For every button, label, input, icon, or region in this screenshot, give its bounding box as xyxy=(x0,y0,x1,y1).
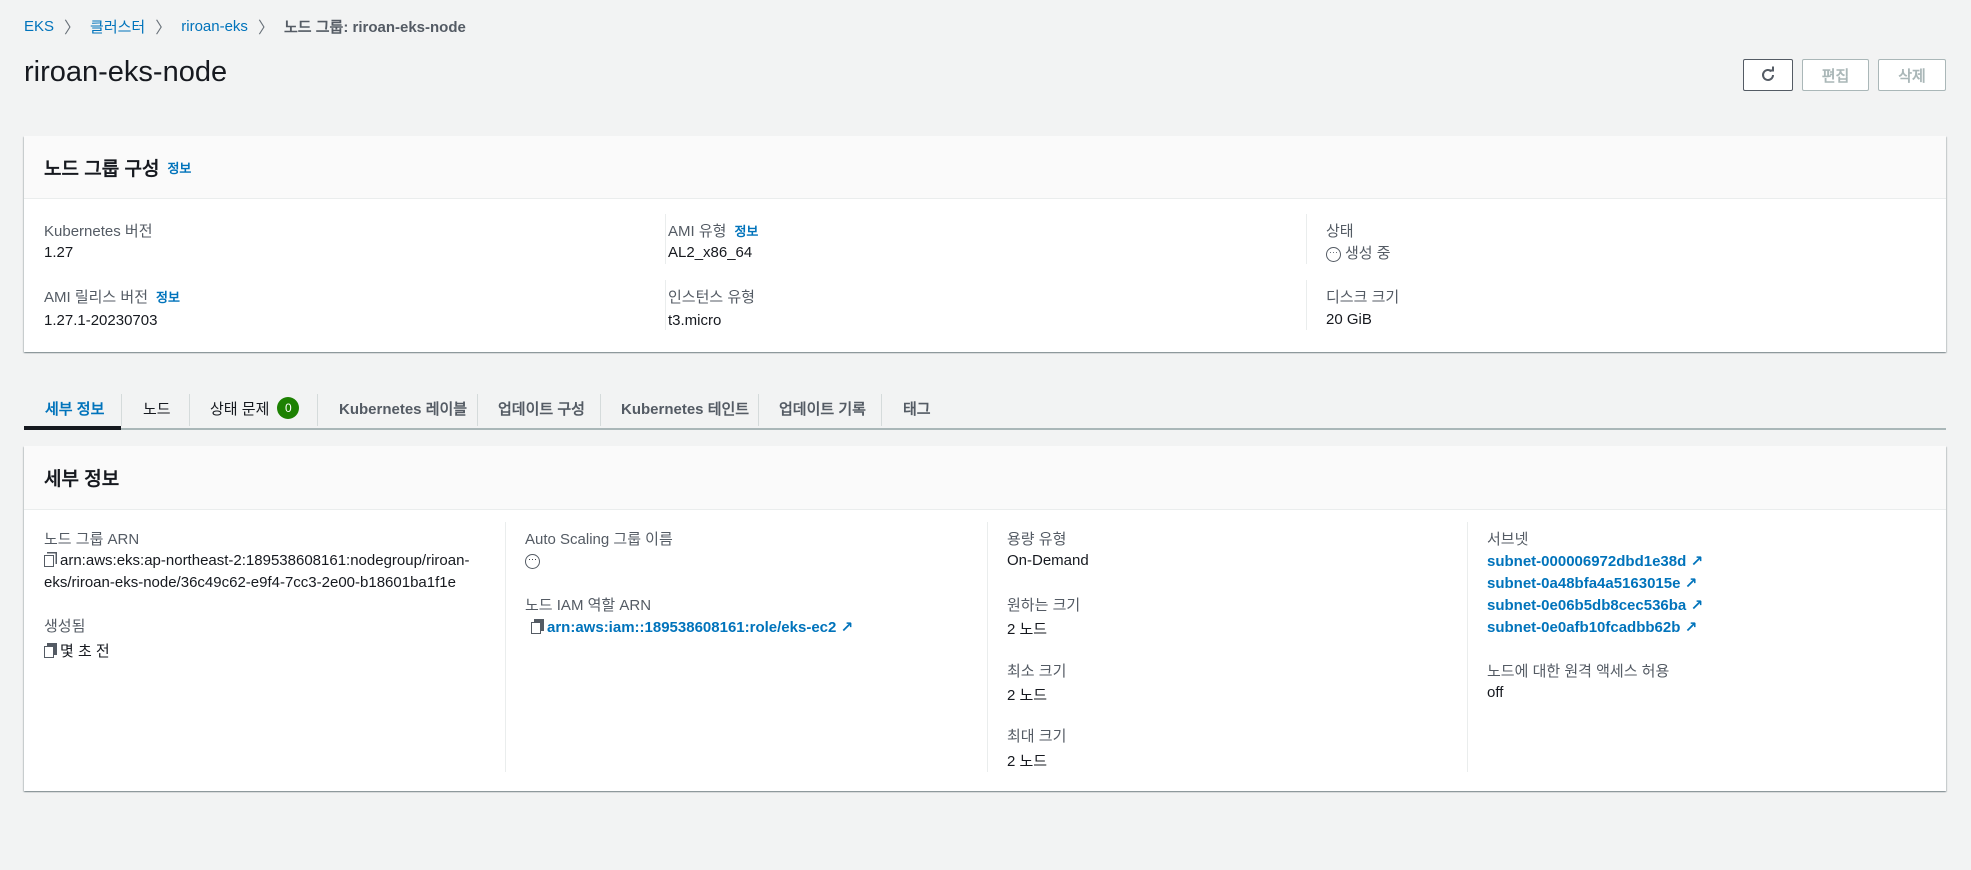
tab-details[interactable]: 세부 정보 xyxy=(45,388,104,428)
chevron-right-icon: 〉 xyxy=(155,20,172,37)
config-title: 노드 그룹 구성 xyxy=(44,158,160,180)
breadcrumb-eks[interactable]: EKS xyxy=(24,18,54,35)
subnet-item: subnet-0a48bfa4a5163015e ↗ xyxy=(1487,574,1697,592)
refresh-icon xyxy=(1762,66,1774,81)
desired-value: 2 노드 xyxy=(1007,621,1048,638)
breadcrumb-current: 노드 그룹: riroan-eks-node xyxy=(283,18,466,36)
active-tab-indicator xyxy=(24,426,121,430)
refresh-button[interactable] xyxy=(1743,59,1793,91)
subnets-label: 서브넷 xyxy=(1487,531,1529,548)
arn-value: arn:aws:eks:ap-northeast-2:189538608161:… xyxy=(44,552,469,569)
k8s-version: 1.27 xyxy=(44,244,74,261)
page-title: riroan-eks-node xyxy=(24,56,228,88)
iam-value: arn:aws:iam::189538608161:role/eks-ec2 ↗ xyxy=(531,618,853,636)
details-title: 세부 정보 xyxy=(44,469,120,490)
arn-label: 노드 그룹 ARN xyxy=(44,531,140,548)
delete-button[interactable]: 삭제 xyxy=(1878,59,1946,91)
chevron-right-icon: 〉 xyxy=(64,20,81,37)
created-value: 몇 초 전 xyxy=(44,640,110,661)
node-group-config-panel: 노드 그룹 구성 정보 Kubernetes 버전 1.27 AMI 릴리스 버… xyxy=(24,136,1946,352)
iam-role-link[interactable]: arn:aws:iam::189538608161:role/eks-ec2 xyxy=(547,619,836,636)
ami-release-label-text: AMI 릴리스 버전 xyxy=(44,289,149,306)
edit-button[interactable]: 편집 xyxy=(1802,59,1869,91)
pending-icon: ··· xyxy=(1326,246,1341,262)
subnet-item: subnet-000006972dbd1e38d ↗ xyxy=(1487,552,1703,570)
chevron-right-icon: 〉 xyxy=(257,20,274,37)
tab-health-issues[interactable]: 상태 문제 0 xyxy=(210,388,300,428)
subnet-link[interactable]: subnet-0e06b5db8cec536ba xyxy=(1487,597,1686,614)
copy-icon[interactable] xyxy=(44,646,54,659)
info-link[interactable]: 정보 xyxy=(156,290,180,305)
breadcrumb: EKS 〉 클러스터 〉 riroan-eks 〉 노드 그룹: riroan-… xyxy=(24,14,466,38)
subnet-item: subnet-0e06b5db8cec536ba ↗ xyxy=(1487,596,1703,614)
external-link-icon: ↗ xyxy=(1690,553,1704,570)
max-label: 최대 크기 xyxy=(1007,728,1067,745)
ami-type-label: AMI 유형 정보 xyxy=(668,220,758,241)
ami-type-label-text: AMI 유형 xyxy=(668,223,727,240)
breadcrumb-cluster[interactable]: riroan-eks xyxy=(181,18,248,35)
ami-release: 1.27.1-20230703 xyxy=(44,312,158,329)
capacity-value: On-Demand xyxy=(1007,552,1089,569)
min-label: 최소 크기 xyxy=(1007,663,1067,680)
k8s-version-label: Kubernetes 버전 xyxy=(44,223,153,240)
count-badge: 0 xyxy=(277,397,300,419)
remote-access-label: 노드에 대한 원격 액세스 허용 xyxy=(1487,663,1670,680)
status-value: ··· 생성 중 xyxy=(1326,242,1391,263)
tab-nodes[interactable]: 노드 xyxy=(143,388,171,428)
external-link-icon: ↗ xyxy=(840,619,854,636)
subnet-item: subnet-0e0afb10fcadbb62b ↗ xyxy=(1487,618,1697,636)
subnet-link[interactable]: subnet-000006972dbd1e38d xyxy=(1487,553,1686,570)
instance-type: t3.micro xyxy=(668,312,722,329)
ami-release-label: AMI 릴리스 버전 정보 xyxy=(44,286,180,307)
details-panel: 세부 정보 노드 그룹 ARN arn:aws:eks:ap-northeast… xyxy=(24,446,1946,791)
external-link-icon: ↗ xyxy=(1684,575,1698,592)
created-text: 몇 초 전 xyxy=(60,643,110,660)
asg-label: Auto Scaling 그룹 이름 xyxy=(525,531,673,548)
max-value: 2 노드 xyxy=(1007,753,1048,770)
subnet-link[interactable]: subnet-0a48bfa4a5163015e xyxy=(1487,575,1680,592)
tab-health-issues-label: 상태 문제 xyxy=(210,400,270,418)
tab-tags[interactable]: 태그 xyxy=(903,388,931,428)
tab-update-config[interactable]: 업데이트 구성 xyxy=(498,388,585,428)
tab-k8s-labels[interactable]: Kubernetes 레이블 xyxy=(339,388,467,428)
info-link[interactable]: 정보 xyxy=(167,158,191,177)
disk-label: 디스크 크기 xyxy=(1326,289,1400,306)
arn-line-1: arn:aws:eks:ap-northeast-2:189538608161:… xyxy=(60,552,470,569)
copy-icon[interactable] xyxy=(44,555,54,568)
copy-icon[interactable] xyxy=(531,622,541,635)
ami-type: AL2_x86_64 xyxy=(668,244,753,261)
arn-line-2: eks/riroan-eks-node/36c49c62-e9f4-7cc3-2… xyxy=(44,574,456,591)
breadcrumb-clusters[interactable]: 클러스터 xyxy=(90,16,145,37)
instance-type-label: 인스턴스 유형 xyxy=(668,289,755,306)
pending-icon: ··· xyxy=(525,552,540,569)
desired-label: 원하는 크기 xyxy=(1007,597,1081,614)
created-label: 생성됨 xyxy=(44,618,86,635)
subnet-link[interactable]: subnet-0e0afb10fcadbb62b xyxy=(1487,619,1680,636)
external-link-icon: ↗ xyxy=(1690,597,1704,614)
tab-update-history[interactable]: 업데이트 기록 xyxy=(779,388,866,428)
min-value: 2 노드 xyxy=(1007,687,1048,704)
tab-k8s-taints[interactable]: Kubernetes 테인트 xyxy=(621,388,749,428)
iam-label: 노드 IAM 역할 ARN xyxy=(525,597,652,614)
status-label: 상태 xyxy=(1326,223,1354,240)
info-link[interactable]: 정보 xyxy=(734,224,758,239)
capacity-label: 용량 유형 xyxy=(1007,531,1067,548)
tab-bar: 세부 정보 노드 상태 문제 0 Kubernetes 레이블 업데이트 구성 K… xyxy=(24,388,1946,430)
disk-size: 20 GiB xyxy=(1326,311,1372,328)
external-link-icon: ↗ xyxy=(1684,619,1698,636)
remote-access-value: off xyxy=(1487,684,1504,701)
status-text: 생성 중 xyxy=(1345,245,1391,262)
